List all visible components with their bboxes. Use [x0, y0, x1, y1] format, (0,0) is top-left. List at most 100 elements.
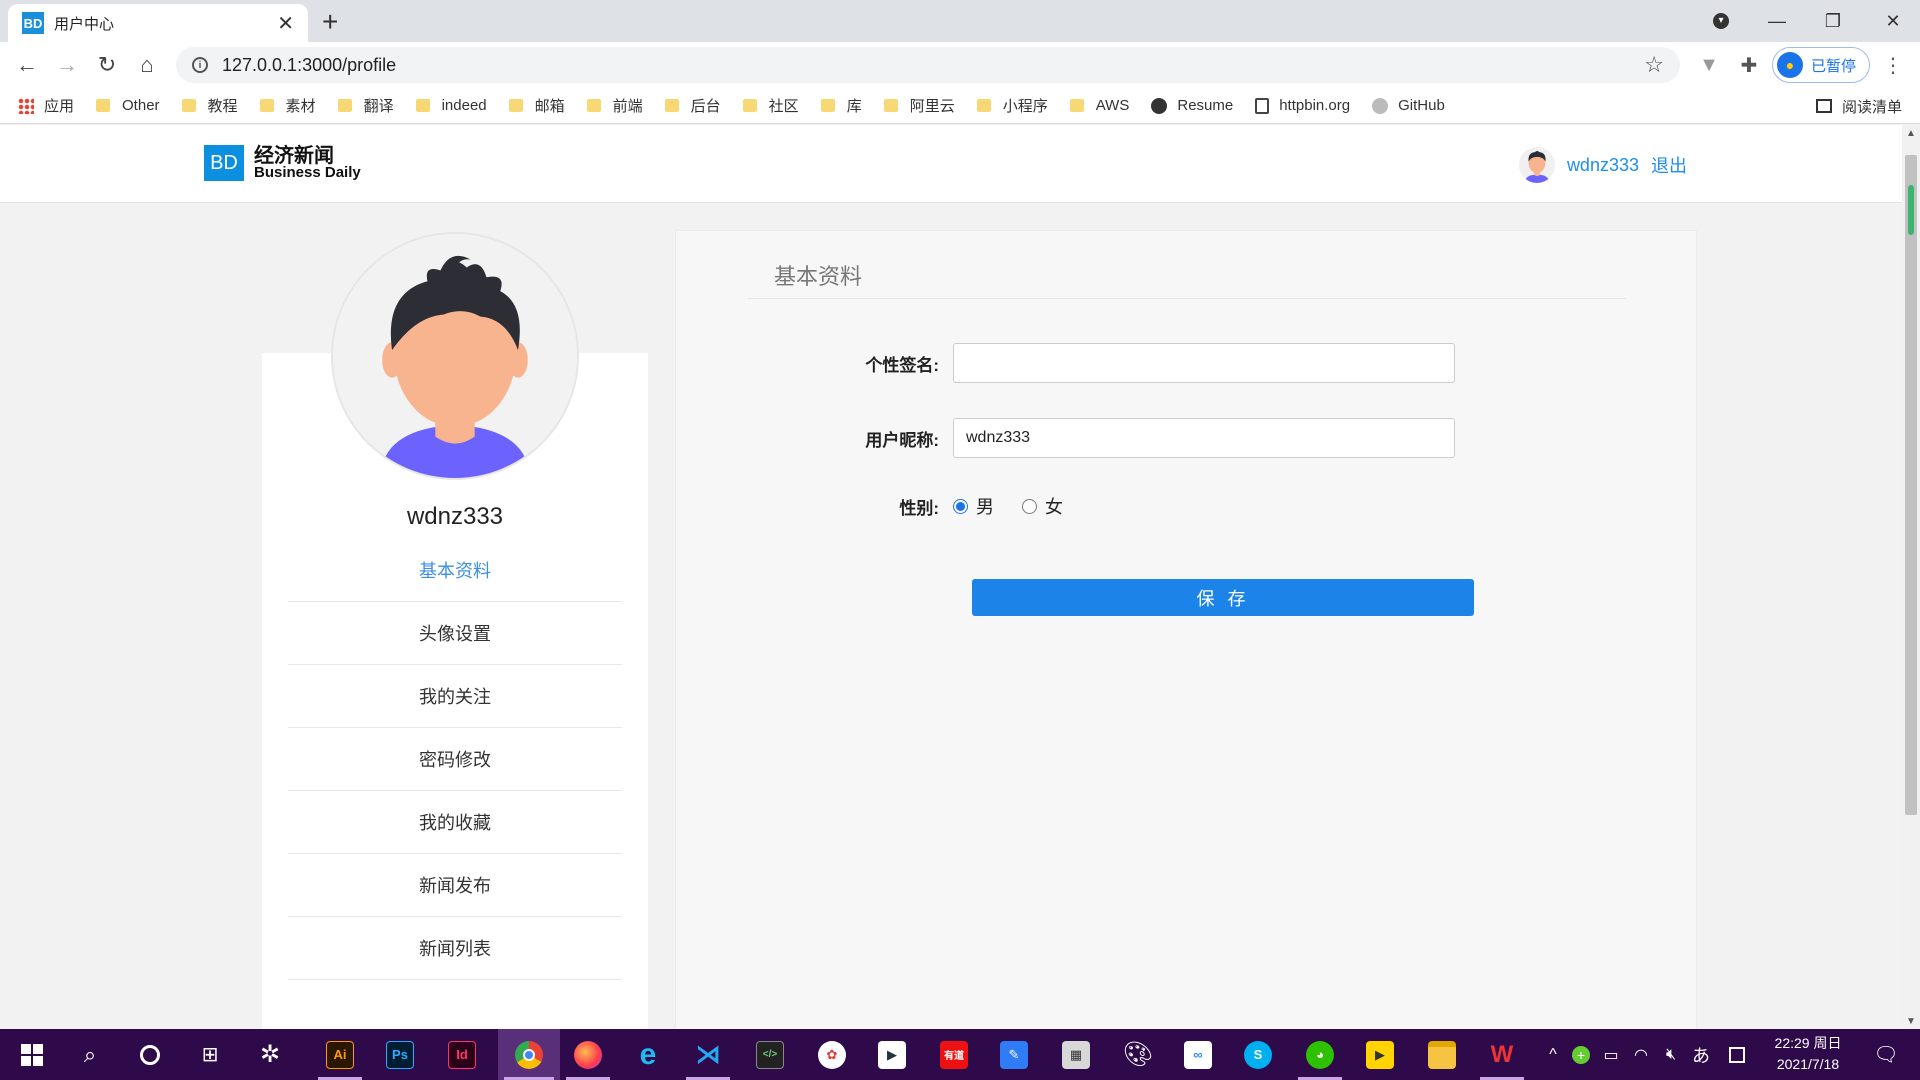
header-username-link[interactable]: wdnz333 — [1567, 155, 1639, 176]
browser-tab[interactable]: BD 用户中心 ✕ — [8, 4, 308, 42]
save-button[interactable]: 保 存 — [972, 579, 1474, 616]
tray-expand-icon[interactable]: ^ — [1540, 1029, 1566, 1080]
back-icon[interactable]: ← — [10, 48, 44, 82]
profile-avatar[interactable] — [331, 232, 579, 480]
restore-button[interactable]: ❐ — [1806, 0, 1860, 42]
task-view-icon[interactable]: ⊞ — [182, 1029, 238, 1080]
bookmark-folder[interactable]: 教程 — [181, 95, 238, 116]
indesign-icon[interactable]: Id — [434, 1029, 490, 1080]
bookmark-folder[interactable]: 前端 — [586, 95, 643, 116]
signature-input[interactable] — [953, 343, 1455, 383]
bookmark-folder[interactable]: 素材 — [259, 95, 316, 116]
signature-row: 个性签名: — [676, 343, 1698, 383]
search-icon[interactable]: ⌕ — [62, 1029, 118, 1080]
notification-center-icon[interactable]: 🗨︎ — [1866, 1029, 1906, 1080]
bookmark-folder[interactable]: 阿里云 — [883, 95, 955, 116]
vscode-icon[interactable]: ⋊ — [680, 1029, 736, 1080]
close-tab-icon[interactable]: ✕ — [277, 11, 294, 36]
radio-checked-icon[interactable] — [953, 498, 968, 514]
profile-button[interactable]: ● 已暂停 — [1772, 47, 1870, 83]
wechat-icon[interactable]: ◕ — [1292, 1029, 1348, 1080]
bookmark-folder[interactable]: 后台 — [664, 95, 721, 116]
address-bar[interactable]: i 127.0.0.1:3000/profile ☆ — [176, 47, 1680, 83]
header-avatar[interactable] — [1518, 147, 1555, 183]
site-info-icon[interactable]: i — [192, 57, 208, 73]
close-window-button[interactable]: ✕ — [1866, 0, 1920, 42]
davinci-icon[interactable]: ✿ — [804, 1029, 860, 1080]
cortana-icon[interactable] — [122, 1029, 178, 1080]
bookmark-folder[interactable]: 库 — [820, 95, 862, 116]
sidebar-item-news-list[interactable]: 新闻列表 — [288, 917, 622, 980]
calculator-icon[interactable]: ▦ — [1048, 1029, 1104, 1080]
firefox-icon[interactable] — [560, 1029, 616, 1080]
clock-time: 22:29 周日 — [1774, 1035, 1842, 1051]
bookmark-folder[interactable]: AWS — [1069, 97, 1129, 114]
player-icon[interactable]: ▶ — [1352, 1029, 1408, 1080]
sidebar-item-my-follows[interactable]: 我的关注 — [288, 665, 622, 728]
tray-plus-icon[interactable]: + — [1568, 1029, 1594, 1080]
extension-v-icon[interactable]: ▼ — [1692, 48, 1726, 82]
photoshop-icon[interactable]: Ps — [372, 1029, 428, 1080]
bookmark-folder[interactable]: 翻译 — [337, 95, 394, 116]
system-clock[interactable]: 22:29 周日 2021/7/18 — [1768, 1033, 1848, 1075]
site-logo[interactable]: BD 经济新闻 Business Daily — [204, 145, 361, 181]
scroll-up-icon[interactable]: ▲ — [1902, 125, 1920, 141]
tab-search-icon[interactable]: ▾ — [1694, 0, 1748, 42]
baidu-netdisk-icon[interactable]: ∞ — [1170, 1029, 1226, 1080]
page-scrollbar[interactable]: ▲ ▼ — [1902, 125, 1920, 1029]
extensions-puzzle-icon[interactable]: ✚ — [1732, 48, 1766, 82]
bookmark-folder[interactable]: 小程序 — [976, 95, 1048, 116]
bookmark-resume[interactable]: Resume — [1151, 97, 1233, 114]
bookmark-folder[interactable]: 邮箱 — [508, 95, 565, 116]
volume-muted-icon[interactable]: 🔇︎ — [1658, 1029, 1684, 1080]
battery-icon[interactable]: ▭ — [1598, 1029, 1624, 1080]
url-text[interactable]: 127.0.0.1:3000/profile — [222, 55, 1644, 76]
radio-unchecked-icon[interactable] — [1022, 498, 1037, 514]
reading-list-button[interactable]: 阅读清单 — [1815, 88, 1902, 124]
sidebar-item-publish-news[interactable]: 新闻发布 — [288, 854, 622, 917]
terminal-icon[interactable]: </> — [742, 1029, 798, 1080]
bookmark-folder[interactable]: 社区 — [742, 95, 799, 116]
scroll-thumb[interactable] — [1905, 155, 1917, 815]
gender-option-male[interactable]: 男 — [953, 493, 994, 519]
gender-option-female[interactable]: 女 — [1022, 493, 1063, 519]
bookmark-star-icon[interactable]: ☆ — [1644, 52, 1664, 78]
chrome-icon[interactable] — [498, 1029, 560, 1080]
sidebar-item-basic-info[interactable]: 基本资料 — [288, 539, 622, 602]
app-pinwheel-icon[interactable]: ✲ — [242, 1029, 298, 1080]
wifi-icon[interactable]: ◠ — [1628, 1029, 1654, 1080]
logo-chinese-title: 经济新闻 — [254, 143, 334, 167]
ime-indicator[interactable]: あ — [1688, 1029, 1714, 1080]
minimize-button[interactable]: — — [1750, 0, 1804, 42]
sidebar-item-change-password[interactable]: 密码修改 — [288, 728, 622, 791]
new-tab-button[interactable]: + — [322, 6, 338, 38]
forward-icon[interactable]: → — [50, 48, 84, 82]
bookmark-folder[interactable]: Other — [96, 97, 160, 114]
menu-kebab-icon[interactable]: ⋮ — [1876, 48, 1910, 82]
folder-icon — [96, 99, 111, 112]
youdao-icon[interactable]: 有道 — [926, 1029, 982, 1080]
bookmark-apps[interactable]: 应用 — [18, 95, 74, 116]
sidebar-item-avatar-settings[interactable]: 头像设置 — [288, 602, 622, 665]
wps-icon[interactable]: W — [1474, 1029, 1530, 1080]
sidebar-item-my-favorites[interactable]: 我的收藏 — [288, 791, 622, 854]
browser-tab-strip: BD 用户中心 ✕ + ▾ — ❐ ✕ — [0, 0, 1920, 42]
file-explorer-icon[interactable] — [1414, 1029, 1470, 1080]
bookmark-folder[interactable]: indeed — [415, 97, 487, 114]
scroll-down-icon[interactable]: ▼ — [1902, 1013, 1920, 1029]
nickname-input[interactable] — [953, 418, 1455, 458]
start-button[interactable] — [4, 1029, 60, 1080]
illustrator-icon[interactable]: Ai — [312, 1029, 368, 1080]
internet-explorer-icon[interactable]: e — [620, 1029, 676, 1080]
home-icon[interactable]: ⌂ — [130, 48, 164, 82]
logout-link[interactable]: 退出 — [1651, 152, 1687, 178]
browser-toolbar: ← → ↻ ⌂ i 127.0.0.1:3000/profile ☆ ▼ ✚ ●… — [0, 42, 1920, 88]
cursor-app-icon[interactable]: ▶ — [864, 1029, 920, 1080]
reload-icon[interactable]: ↻ — [90, 48, 124, 82]
bookmark-github[interactable]: GitHub — [1372, 97, 1445, 114]
paint-icon[interactable]: 🎨︎ — [1110, 1029, 1166, 1080]
notes-app-icon[interactable]: ✎ — [986, 1029, 1042, 1080]
skype-icon[interactable]: S — [1230, 1029, 1286, 1080]
ime-mode-icon[interactable] — [1724, 1029, 1750, 1080]
bookmark-httpbin[interactable]: httpbin.org — [1255, 97, 1350, 114]
